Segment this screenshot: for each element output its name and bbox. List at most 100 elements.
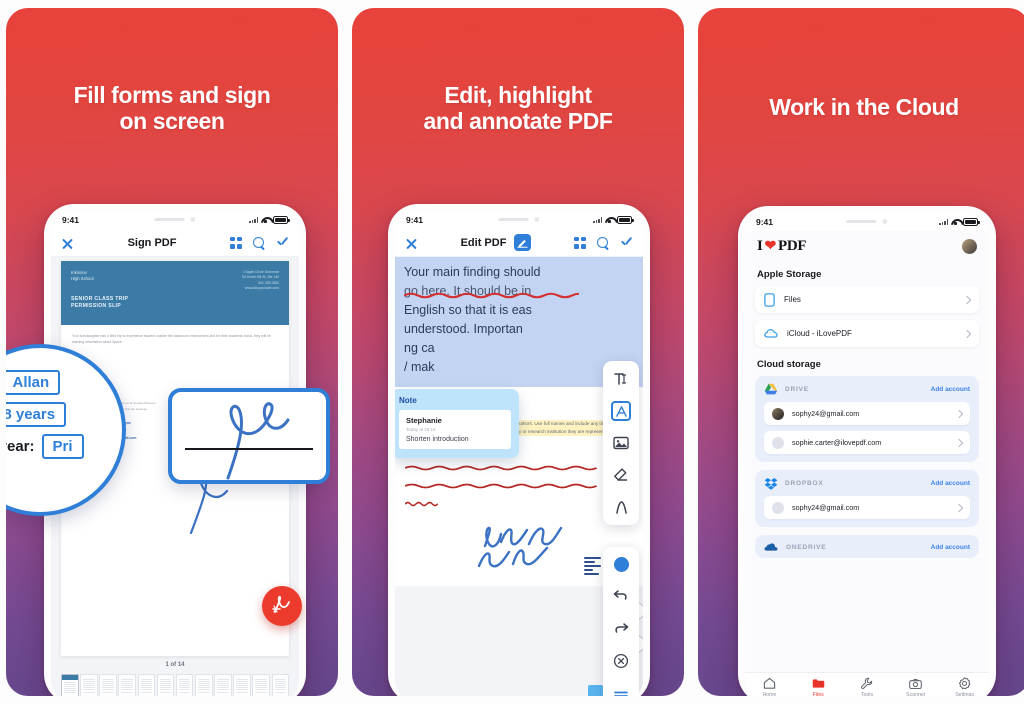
note-marker-icon[interactable] bbox=[588, 685, 603, 696]
add-account-button[interactable]: Add account bbox=[931, 480, 970, 487]
account-avatar bbox=[772, 501, 784, 514]
magnified-field-age: e: 8 years bbox=[6, 402, 122, 427]
page-thumbnail[interactable] bbox=[214, 674, 232, 696]
phone-screen: 9:41 Edit PDF Your main finding should g… bbox=[395, 211, 643, 696]
clear-icon[interactable] bbox=[611, 651, 631, 671]
annotation-toolbar-bottom[interactable] bbox=[603, 547, 639, 696]
panel-headline: Edit, highlight and annotate PDF bbox=[352, 82, 684, 135]
annotation-toolbar-top[interactable] bbox=[603, 361, 639, 525]
tab-files[interactable]: Files bbox=[794, 677, 843, 696]
promo-panel-edit: Edit, highlight and annotate PDF 9:41 Ed… bbox=[352, 8, 684, 696]
tab-label: Files bbox=[812, 692, 824, 696]
storage-row-files[interactable]: Files bbox=[755, 286, 979, 313]
tab-tools[interactable]: Tools bbox=[843, 677, 892, 696]
status-bar: 9:41 bbox=[51, 211, 299, 229]
tab-home[interactable]: Home bbox=[745, 677, 794, 696]
page-thumbnail[interactable] bbox=[175, 674, 194, 696]
avatar[interactable] bbox=[962, 239, 977, 254]
shape-icon[interactable] bbox=[611, 497, 631, 517]
wifi-icon bbox=[261, 217, 270, 224]
provider-name: DROPBOX bbox=[785, 480, 824, 487]
page-marks bbox=[584, 557, 601, 577]
signal-icon bbox=[249, 217, 258, 223]
onedrive-icon bbox=[764, 543, 778, 551]
tab-scanner[interactable]: Scanner bbox=[891, 677, 940, 696]
page-thumbnail-strip[interactable] bbox=[61, 671, 290, 696]
check-icon bbox=[620, 237, 633, 248]
panel-headline: Fill forms and sign on screen bbox=[6, 82, 338, 135]
thumbnails-button[interactable] bbox=[574, 236, 586, 249]
image-icon[interactable] bbox=[611, 433, 631, 453]
page-thumbnail[interactable] bbox=[271, 674, 290, 696]
signal-icon bbox=[593, 217, 602, 223]
page-thumbnail[interactable] bbox=[156, 674, 175, 696]
provider-header: DROPBOX Add account bbox=[755, 477, 979, 496]
account-email: sophy24@gmail.com bbox=[792, 503, 860, 512]
check-icon bbox=[276, 237, 289, 248]
tools-icon bbox=[860, 677, 873, 690]
edit-navbar: Edit PDF bbox=[395, 229, 643, 257]
edit-mode-button[interactable] bbox=[514, 234, 532, 251]
redo-icon[interactable] bbox=[611, 618, 631, 638]
page-thumbnail[interactable] bbox=[194, 674, 213, 696]
storage-row-label: Files bbox=[784, 295, 801, 304]
magnified-field-name: ne: Allan bbox=[6, 370, 122, 395]
signature-fab-icon bbox=[272, 595, 290, 613]
done-button[interactable] bbox=[276, 237, 289, 248]
text-box-icon[interactable] bbox=[611, 401, 631, 421]
school-address: Chapel Circle Grammar 90 South Hill St, … bbox=[242, 270, 279, 291]
page-thumbnail[interactable] bbox=[118, 674, 136, 696]
headline-line-2: on screen bbox=[119, 108, 225, 135]
account-row[interactable]: sophy24@gmail.com bbox=[764, 402, 970, 425]
menu-lines-icon[interactable] bbox=[611, 684, 631, 696]
ilovepdf-logo: I ❤ PDF bbox=[757, 238, 807, 255]
tab-settings[interactable]: Settings bbox=[940, 677, 989, 696]
provider-onedrive: ONEDRIVE Add account bbox=[755, 535, 979, 558]
storage-row-icloud[interactable]: iCloud - iLovePDF bbox=[755, 320, 979, 347]
chevron-right-icon bbox=[962, 329, 972, 338]
account-row[interactable]: sophy24@gmail.com bbox=[764, 496, 970, 519]
battery-icon bbox=[617, 216, 634, 224]
close-button[interactable] bbox=[405, 236, 418, 249]
text-cursor-icon[interactable] bbox=[611, 369, 631, 389]
undo-icon[interactable] bbox=[611, 585, 631, 605]
phone-screen: 9:41 I ❤ PDF Apple Storage Files iCloud … bbox=[745, 213, 989, 696]
icloud-icon bbox=[764, 328, 778, 338]
app-header: I ❤ PDF bbox=[745, 231, 989, 264]
highlight-line-1: Your main finding should bbox=[404, 265, 541, 279]
status-indicators bbox=[593, 216, 634, 224]
status-indicators bbox=[249, 216, 290, 224]
highlight-line-4: understood. Importan bbox=[404, 322, 523, 336]
highlight-line-5: ng ca bbox=[404, 341, 435, 355]
account-row[interactable]: sophie.carter@ilovepdf.com bbox=[764, 431, 970, 454]
eraser-icon[interactable] bbox=[611, 465, 631, 485]
note-popup[interactable]: Note Stephanie Today at 16:18 Shorten in… bbox=[395, 389, 519, 458]
signature-pad[interactable] bbox=[168, 388, 330, 484]
close-button[interactable] bbox=[61, 236, 74, 249]
page-thumbnail[interactable] bbox=[99, 674, 117, 696]
document-banner: Kikimine High School Chapel Circle Gramm… bbox=[61, 261, 289, 325]
edit-document-viewport[interactable]: Your main finding should go here. It sho… bbox=[395, 257, 643, 696]
signal-icon bbox=[939, 219, 948, 225]
page-thumbnail[interactable] bbox=[233, 674, 251, 696]
form-title: SENIOR CLASS TRIP PERMISSION SLIP bbox=[71, 295, 129, 310]
files-icon bbox=[812, 677, 825, 690]
thumbnails-button[interactable] bbox=[230, 236, 243, 249]
device-icon bbox=[764, 292, 775, 307]
bottom-tab-bar[interactable]: Home Files Tools Scanner Settings bbox=[745, 672, 989, 696]
search-button[interactable] bbox=[253, 236, 265, 249]
search-button[interactable] bbox=[597, 236, 609, 249]
sign-fab-button[interactable] bbox=[262, 586, 302, 626]
page-thumbnail[interactable] bbox=[137, 674, 156, 696]
page-thumbnail[interactable] bbox=[80, 674, 98, 696]
red-squiggle-icon bbox=[404, 483, 598, 489]
add-account-button[interactable]: Add account bbox=[931, 386, 970, 393]
storage-list[interactable]: Apple Storage Files iCloud - iLovePDF Cl… bbox=[745, 264, 989, 672]
page-thumbnail[interactable] bbox=[252, 674, 270, 696]
color-dot-icon[interactable] bbox=[613, 557, 629, 572]
done-button[interactable] bbox=[620, 237, 633, 248]
page-thumbnail[interactable] bbox=[61, 674, 79, 696]
add-account-button[interactable]: Add account bbox=[931, 544, 970, 551]
google-drive-icon bbox=[764, 383, 778, 395]
close-icon bbox=[61, 236, 74, 249]
